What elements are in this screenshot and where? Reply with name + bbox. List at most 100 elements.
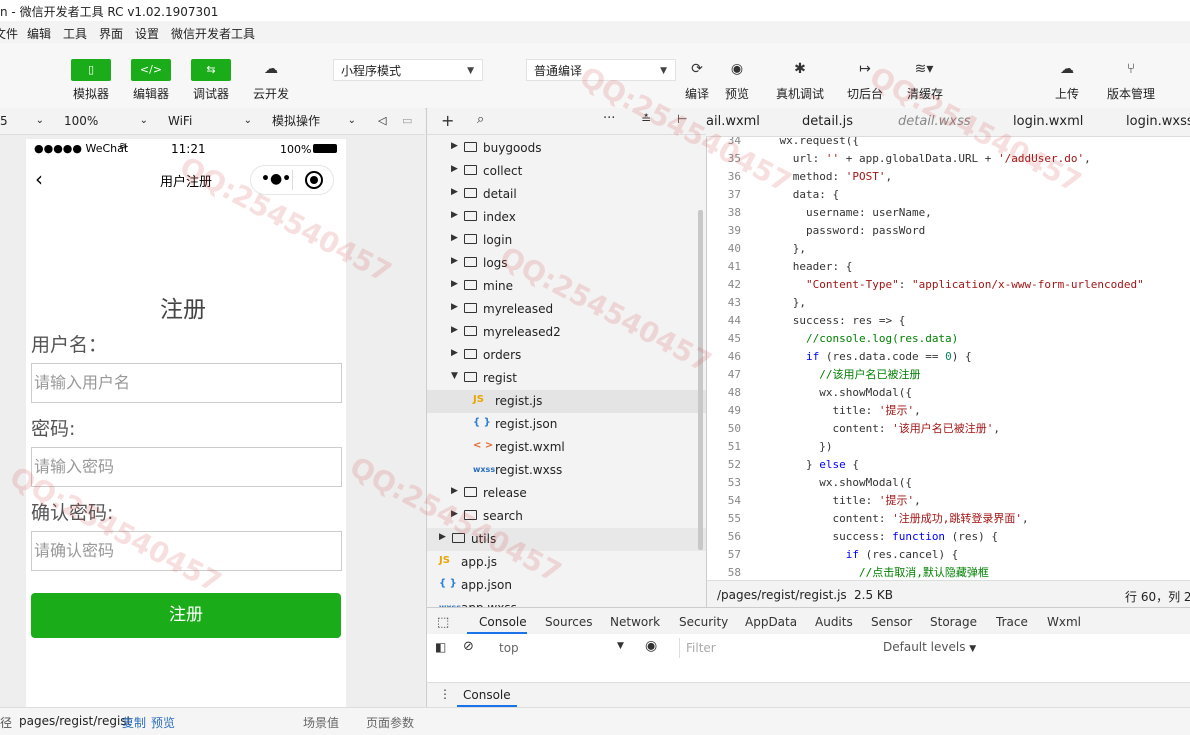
tree-file[interactable]: wxss regist.wxss — [427, 459, 707, 482]
tab-storage[interactable]: Storage — [930, 615, 977, 629]
password-input[interactable]: 请输入密码 — [31, 447, 342, 487]
chevron-right-icon[interactable]: ▶ — [451, 509, 458, 519]
tab-ail-wxml[interactable]: ail.wxml — [706, 114, 760, 129]
back-arrow-icon[interactable]: ‹ — [35, 167, 43, 191]
menu-devtools[interactable]: 微信开发者工具 — [171, 25, 255, 42]
code-line[interactable]: 38 username: userName, — [707, 204, 1190, 222]
tab-console[interactable]: Console — [479, 615, 527, 629]
code-line[interactable]: 36 method: 'POST', — [707, 168, 1190, 186]
console-output[interactable] — [426, 662, 1190, 682]
copy-link[interactable]: 复制 — [122, 714, 146, 731]
code-line[interactable]: 46 if (res.data.code == 0) { — [707, 348, 1190, 366]
close-miniprogram-icon[interactable] — [305, 171, 323, 189]
chevron-right-icon[interactable]: ▶ — [451, 302, 458, 312]
tab-detail-wxss[interactable]: detail.wxss — [898, 114, 971, 129]
drawer-tab-console[interactable]: Console — [463, 688, 511, 702]
zoom-select[interactable]: 100% ⌄ — [64, 112, 148, 130]
menu-tools[interactable]: 工具 — [63, 25, 87, 42]
tree-folder[interactable]: ▶ orders — [427, 344, 707, 367]
mode-select[interactable]: 小程序模式 ▼ — [333, 59, 483, 81]
code-line[interactable]: 39 password: passWord — [707, 222, 1190, 240]
code-editor[interactable]: 34 wx.request({35 url: '' + app.globalDa… — [706, 137, 1190, 580]
tree-file[interactable]: < > regist.wxml — [427, 436, 707, 459]
simulate-ops-select[interactable]: 模拟操作 ⌄ — [272, 112, 356, 130]
code-line[interactable]: 53 wx.showModal({ — [707, 474, 1190, 492]
preview-link[interactable]: 预览 — [151, 714, 175, 731]
collapse-icon[interactable]: ⊢ — [677, 112, 687, 126]
tab-sources[interactable]: Sources — [545, 615, 592, 629]
drawer-menu-icon[interactable]: ⋮ — [439, 687, 451, 701]
code-line[interactable]: 49 title: '提示', — [707, 402, 1190, 420]
tab-login-wxss[interactable]: login.wxss — [1126, 114, 1190, 129]
tree-folder[interactable]: ▶ myreleased2 — [427, 321, 707, 344]
simulator-toggle-button[interactable]: ▯ — [71, 59, 111, 81]
code-line[interactable]: 51 }) — [707, 438, 1190, 456]
code-line[interactable]: 48 wx.showModal({ — [707, 384, 1190, 402]
code-line[interactable]: 47 //该用户名已被注册 — [707, 366, 1190, 384]
chevron-right-icon[interactable]: ▶ — [451, 187, 458, 197]
code-line[interactable]: 44 success: res => { — [707, 312, 1190, 330]
tree-file[interactable]: JS regist.js — [427, 390, 707, 413]
chevron-right-icon[interactable]: ▶ — [451, 348, 458, 358]
chevron-right-icon[interactable]: ▶ — [451, 486, 458, 496]
menu-view[interactable]: 界面 — [99, 25, 123, 42]
menu-edit[interactable]: 编辑 — [27, 25, 51, 42]
eye-icon[interactable]: ◉ — [645, 638, 657, 654]
tree-folder[interactable]: ▶ collect — [427, 160, 707, 183]
chevron-right-icon[interactable]: ▶ — [451, 279, 458, 289]
network-select[interactable]: WiFi ⌄ — [168, 112, 252, 130]
tree-file[interactable]: { } regist.json — [427, 413, 707, 436]
menu-settings[interactable]: 设置 — [135, 25, 159, 42]
code-line[interactable]: 35 url: '' + app.globalData.URL + '/addU… — [707, 150, 1190, 168]
tab-appdata[interactable]: AppData — [745, 615, 797, 629]
levels-select[interactable]: Default levels ▼ — [883, 640, 976, 654]
menu-file[interactable]: 文件 — [0, 25, 18, 42]
tab-network[interactable]: Network — [610, 615, 660, 629]
tree-folder[interactable]: ▶ utils — [427, 528, 707, 551]
tab-login-wxml[interactable]: login.wxml — [1013, 114, 1083, 129]
chevron-right-icon[interactable]: ▶ — [451, 141, 458, 151]
code-line[interactable]: 42 "Content-Type": "application/x-www-fo… — [707, 276, 1190, 294]
register-button[interactable]: 注册 — [31, 593, 341, 638]
code-line[interactable]: 55 content: '注册成功,跳转登录界面', — [707, 510, 1190, 528]
code-line[interactable]: 43 }, — [707, 294, 1190, 312]
tab-trace[interactable]: Trace — [996, 615, 1028, 629]
tab-sensor[interactable]: Sensor — [871, 615, 912, 629]
tab-wxml[interactable]: Wxml — [1047, 615, 1081, 629]
code-line[interactable]: 41 header: { — [707, 258, 1190, 276]
tree-folder[interactable]: ▶ logs — [427, 252, 707, 275]
chevron-right-icon[interactable]: ▶ — [451, 233, 458, 243]
tree-folder[interactable]: ▼ regist — [427, 367, 707, 390]
compile-button[interactable]: ⟳ — [681, 57, 713, 81]
chevron-right-icon[interactable]: ▶ — [451, 256, 458, 266]
clear-cache-button[interactable]: ≋▾ — [908, 57, 940, 81]
add-icon[interactable]: + — [441, 111, 454, 130]
scene-value[interactable]: 场景值 — [303, 714, 339, 731]
remote-debug-button[interactable]: ✱ — [784, 57, 816, 81]
tree-folder[interactable]: ▶ buygoods — [427, 137, 707, 160]
sort-icon[interactable]: ≛ — [641, 112, 651, 126]
code-line[interactable]: 50 content: '该用户名已被注册', — [707, 420, 1190, 438]
editor-toggle-button[interactable]: </> — [131, 59, 171, 81]
tree-folder[interactable]: ▶ myreleased — [427, 298, 707, 321]
chevron-right-icon[interactable]: ▶ — [451, 210, 458, 220]
tree-folder[interactable]: ▶ search — [427, 505, 707, 528]
tree-file[interactable]: wxssapp.wxss — [427, 597, 707, 607]
context-select[interactable]: top ▼ — [493, 638, 629, 658]
username-input[interactable]: 请输入用户名 — [31, 363, 342, 403]
code-line[interactable]: 45 //console.log(res.data) — [707, 330, 1190, 348]
version-button[interactable]: ⑂ — [1115, 57, 1147, 81]
tree-folder[interactable]: ▶ login — [427, 229, 707, 252]
debugger-toggle-button[interactable]: ⇆ — [191, 59, 231, 81]
page-params[interactable]: 页面参数 — [366, 714, 414, 731]
chevron-right-icon[interactable]: ▶ — [439, 532, 446, 542]
chevron-down-icon[interactable]: ▼ — [451, 371, 458, 381]
device-select[interactable]: 5 ⌄ — [0, 112, 44, 130]
tree-scrollbar[interactable] — [698, 210, 703, 550]
tree-folder[interactable]: ▶ index — [427, 206, 707, 229]
search-icon[interactable]: ⌕ — [477, 112, 484, 127]
code-line[interactable]: 52 } else { — [707, 456, 1190, 474]
tree-file[interactable]: { } app.json — [427, 574, 707, 597]
upload-button[interactable]: ☁ — [1051, 57, 1083, 81]
mute-icon[interactable]: ◁ — [378, 112, 386, 130]
